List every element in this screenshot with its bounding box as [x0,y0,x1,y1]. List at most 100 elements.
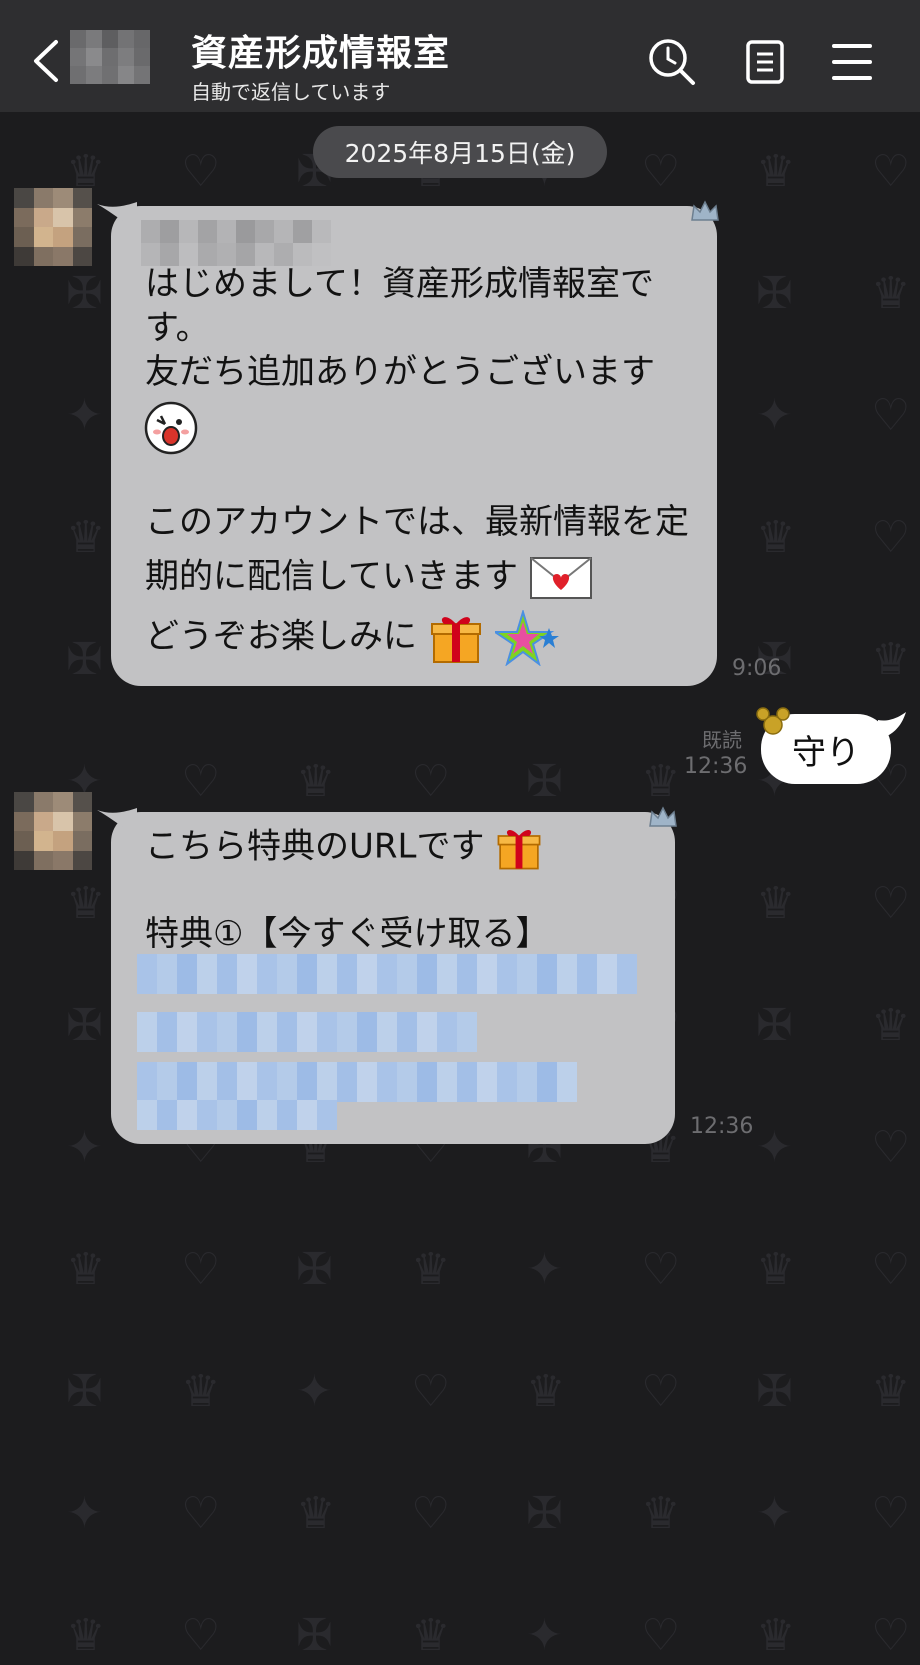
redacted-pixel [357,1062,377,1102]
redacted-pixel [437,954,457,994]
wallpaper-pattern-icon: ♛ [756,1610,796,1661]
wallpaper-pattern-icon: ♛ [756,878,796,929]
wallpaper-pattern-icon: ♡ [411,1366,451,1417]
redacted-pixel [457,1012,477,1052]
wallpaper-pattern-icon: ✠ [296,1610,333,1661]
chat-avatar[interactable] [70,30,150,84]
wallpaper-pattern-icon: ✠ [66,1000,103,1051]
wallpaper-pattern-icon: ♡ [181,1610,221,1661]
redacted-pixel [217,1062,237,1102]
redacted-pixel [217,1100,237,1130]
wallpaper-pattern-icon: ✦ [756,390,793,441]
redacted-pixel [277,1012,297,1052]
chat-header: 資産形成情報室 自動で返信しています [0,0,920,112]
redacted-pixel [317,1100,337,1130]
redacted-pixel [397,954,417,994]
wallpaper-pattern-icon: ✠ [66,1366,103,1417]
wallpaper-pattern-icon: ✦ [66,390,103,441]
redacted-pixel [197,1062,217,1102]
redacted-pixel [557,1062,577,1102]
wallpaper-pattern-icon: ♡ [871,878,911,929]
wallpaper-pattern-icon: ♛ [871,1366,911,1417]
redacted-pixel [397,1062,417,1102]
wallpaper-pattern-icon: ♛ [411,1244,451,1295]
message-bubble[interactable]: はじめまして！資産形成情報室で す。 友だち追加ありがとうございます このアカウ… [97,202,717,686]
redacted-pixel [497,1062,517,1102]
wallpaper-pattern-icon: ✦ [756,1488,793,1539]
redacted-pixel [237,954,257,994]
redacted-pixel [317,1012,337,1052]
message-time: 9:06 [732,656,782,681]
wallpaper-pattern-icon: ♡ [181,1488,221,1539]
message-text-line: 友だち追加ありがとうございます [145,352,655,392]
redacted-pixel [177,1100,197,1130]
menu-button[interactable] [830,38,878,86]
wallpaper-pattern-icon: ✦ [66,1122,103,1173]
sender-avatar[interactable] [14,792,92,870]
redacted-pixel [177,1012,197,1052]
wallpaper-pattern-icon: ✠ [526,1488,563,1539]
message-text-line-with-emoji: どうぞお楽しみに [145,610,559,666]
wallpaper-pattern-icon: ✠ [756,1366,793,1417]
gift-icon [430,617,481,663]
redacted-pixel [297,1062,317,1102]
redacted-pixel [357,1012,377,1052]
wallpaper-pattern-icon: ✠ [756,268,793,319]
wallpaper-pattern-icon: ♛ [871,268,911,319]
wallpaper-pattern-icon: ✠ [756,1000,793,1051]
redacted-pixel [257,1100,277,1130]
message-text-line: はじめまして！資産形成情報室で [145,264,654,304]
redacted-pixel [477,1062,497,1102]
wallpaper-pattern-icon: ♡ [411,756,451,807]
wallpaper-pattern-icon: ♛ [296,1488,336,1539]
redacted-pixel [377,1012,397,1052]
redacted-pixel [197,954,217,994]
redacted-pixel [217,954,237,994]
redacted-pixel [157,954,177,994]
redacted-pixel [377,1062,397,1102]
search-icon [649,39,695,85]
wallpaper-pattern-icon: ♡ [871,1122,911,1173]
face-sticker-icon [143,400,199,467]
wallpaper-pattern-icon: ♛ [756,1244,796,1295]
redacted-pixel [257,1062,277,1102]
redacted-pixel [357,954,377,994]
redacted-pixel [377,954,397,994]
wallpaper-pattern-icon: ♡ [641,146,681,197]
sender-name-redacted [141,220,331,266]
redacted-pixel [177,1062,197,1102]
chat-title: 資産形成情報室 [191,33,451,74]
wallpaper-pattern-icon: ♡ [181,1244,221,1295]
message-text-line-with-emoji: こちら特典のURLです [145,824,543,872]
wallpaper-pattern-icon: ♛ [756,512,796,563]
wallpaper-pattern-icon: ♛ [296,756,336,807]
redacted-pixel [297,954,317,994]
wallpaper-pattern-icon: ♛ [66,1244,106,1295]
wallpaper-pattern-icon: ♛ [181,1366,221,1417]
wallpaper-pattern-icon: ♛ [526,1366,566,1417]
redacted-pixel [417,1012,437,1052]
redacted-pixel [237,1100,257,1130]
redacted-pixel [137,1062,157,1102]
message-bubble[interactable]: こちら特典のURLです 特典①【今すぐ受け取る】 [97,808,675,1144]
redacted-pixel [497,954,517,994]
message-text-line: 特典①【今すぐ受け取る】 [145,914,550,954]
mouse-ears-icon [756,707,790,735]
read-receipt: 既読 [702,728,742,752]
notes-button[interactable] [742,38,790,86]
url-link-redacted[interactable] [137,954,657,1136]
wallpaper-pattern-icon: ♡ [181,146,221,197]
date-divider: 2025年8月15日(金) [313,126,607,178]
search-button[interactable] [648,38,696,86]
love-letter-icon [529,557,592,599]
crown-icon [691,200,719,221]
redacted-pixel [517,1062,537,1102]
redacted-pixel [537,954,557,994]
wallpaper-pattern-icon: ♛ [66,878,106,929]
wallpaper-pattern-icon: ♡ [871,1610,911,1661]
sender-avatar[interactable] [14,188,92,266]
redacted-pixel [457,1062,477,1102]
back-button[interactable] [28,38,68,84]
redacted-pixel [277,1100,297,1130]
redacted-pixel [337,954,357,994]
